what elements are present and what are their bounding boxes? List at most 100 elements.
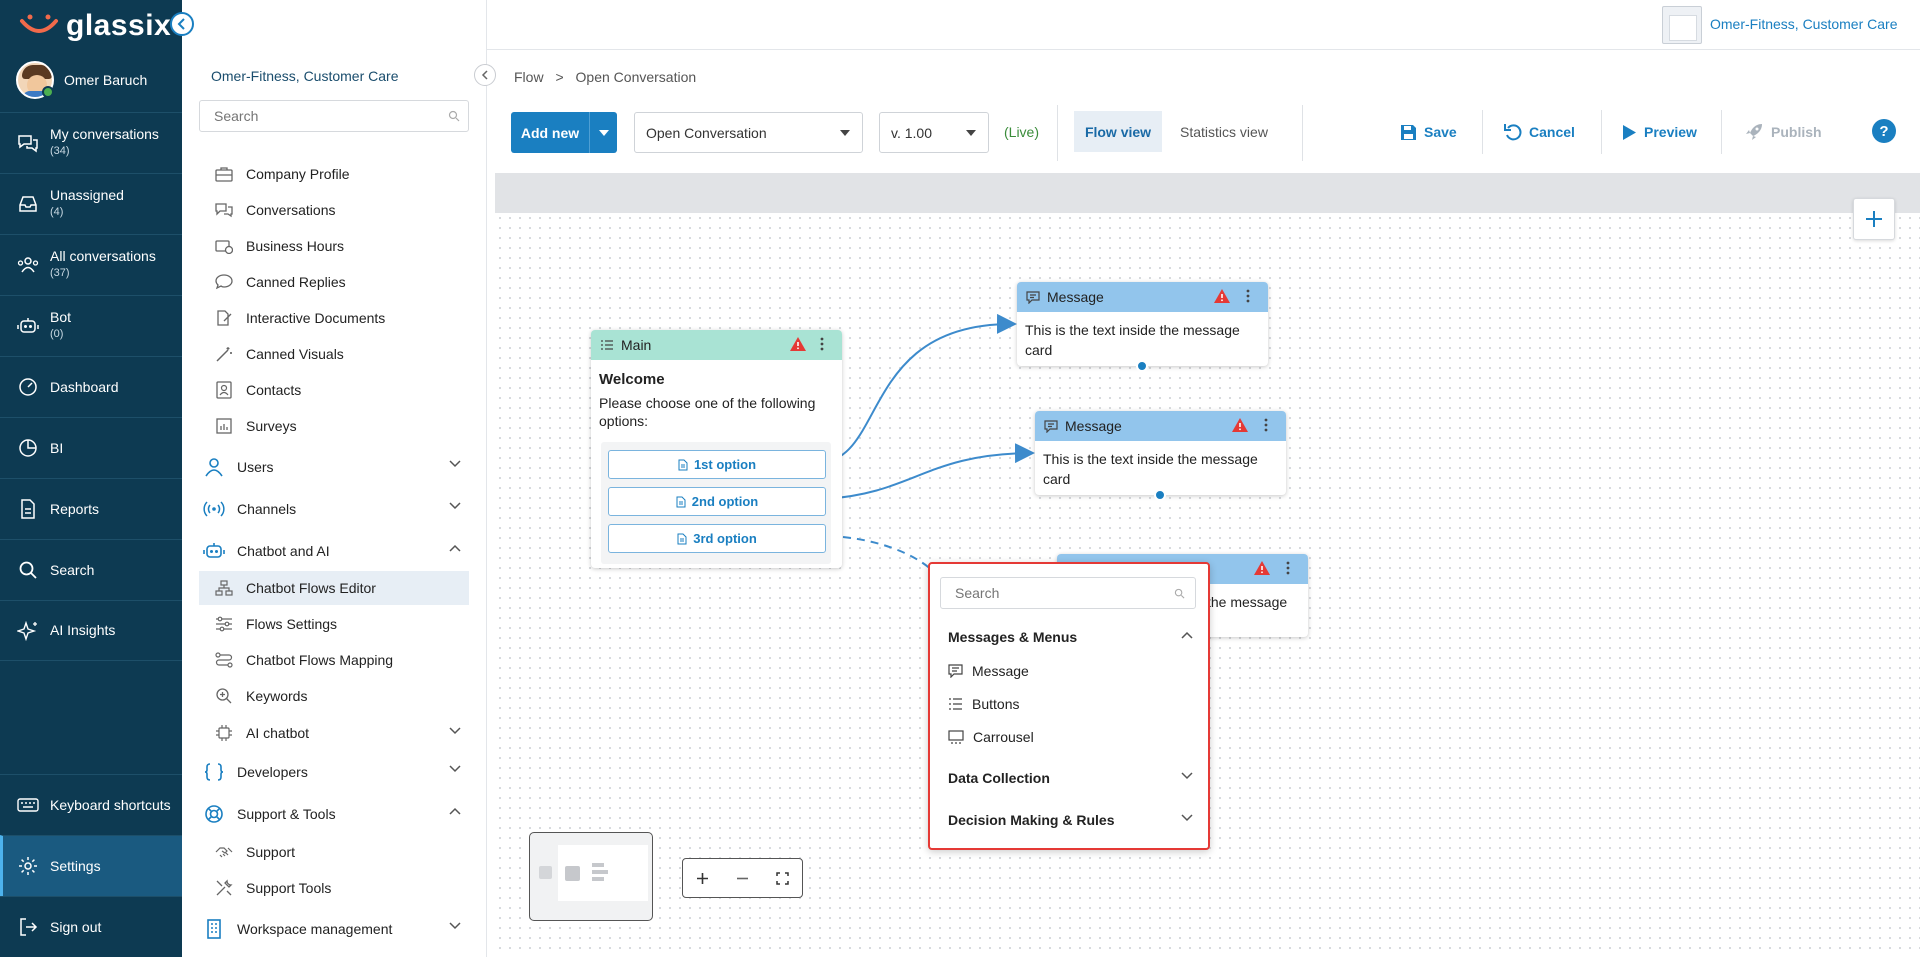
- connector-handle[interactable]: [1154, 489, 1166, 501]
- picker-item-message[interactable]: Message: [948, 659, 1029, 683]
- picker-item-buttons[interactable]: Buttons: [948, 692, 1019, 716]
- nav-label: Sign out: [50, 918, 102, 935]
- nav-sign-out[interactable]: Sign out: [0, 896, 182, 957]
- picker-item-carrousel[interactable]: Carrousel: [948, 725, 1034, 749]
- edit-document-icon: [214, 308, 234, 328]
- settings-item-canned-replies[interactable]: Canned Replies: [199, 265, 469, 299]
- nav-count: (4): [50, 206, 64, 218]
- nav-reports[interactable]: Reports: [0, 478, 182, 539]
- main-card[interactable]: Main Welcome Please choose one of the fo…: [591, 330, 842, 568]
- cancel-button[interactable]: Cancel: [1504, 119, 1575, 145]
- picker-item-label: Message: [972, 663, 1029, 679]
- brand-logo[interactable]: glassix: [18, 6, 171, 46]
- settings-item-surveys[interactable]: Surveys: [199, 409, 469, 443]
- chevron-left-icon: [177, 18, 185, 30]
- zoom-out-button[interactable]: [723, 859, 763, 897]
- card-menu-icon[interactable]: [1263, 418, 1269, 432]
- message-card-header[interactable]: Message: [1017, 282, 1268, 312]
- settings-group-workspace-management[interactable]: Workspace management: [199, 911, 469, 947]
- settings-group-users[interactable]: Users: [199, 449, 469, 485]
- warning-icon: [1214, 289, 1230, 303]
- settings-item-chatbot-flows-editor[interactable]: Chatbot Flows Editor: [199, 571, 469, 605]
- inbox-icon: [16, 192, 40, 216]
- brand-name: glassix: [66, 9, 172, 42]
- save-button[interactable]: Save: [1400, 119, 1457, 145]
- breadcrumb-root[interactable]: Flow: [514, 69, 544, 85]
- settings-item-business-hours[interactable]: Business Hours: [199, 229, 469, 263]
- nav-unassigned[interactable]: Unassigned (4): [0, 173, 182, 234]
- settings-item-canned-visuals[interactable]: Canned Visuals: [199, 337, 469, 371]
- message-card-1[interactable]: Message This is the text inside the mess…: [1017, 282, 1268, 366]
- card-menu-icon[interactable]: [1285, 561, 1291, 575]
- nav-my-conversations[interactable]: My conversations (34): [0, 112, 182, 173]
- option-label: 2nd option: [691, 494, 759, 509]
- chip-icon: [214, 723, 234, 743]
- tab-statistics-view[interactable]: Statistics view: [1162, 111, 1286, 152]
- zoom-in-button[interactable]: [683, 859, 723, 897]
- tab-flow-view[interactable]: Flow view: [1074, 111, 1162, 152]
- settings-item-chatbot-flows-mapping[interactable]: Chatbot Flows Mapping: [199, 643, 469, 677]
- nav-dashboard[interactable]: Dashboard: [0, 356, 182, 417]
- collapse-settings-button[interactable]: [474, 64, 496, 86]
- connector-option1-message1: [824, 313, 1017, 463]
- nav-keyboard-shortcuts[interactable]: Keyboard shortcuts: [0, 774, 182, 835]
- nav-all-conversations[interactable]: All conversations (37): [0, 234, 182, 295]
- settings-group-chatbot-and-ai[interactable]: Chatbot and AI: [199, 533, 469, 569]
- collapse-nav-button[interactable]: [170, 12, 194, 36]
- message-card-2[interactable]: Message This is the text inside the mess…: [1035, 411, 1286, 495]
- fit-view-button[interactable]: [762, 859, 802, 897]
- nav-bi[interactable]: BI: [0, 417, 182, 478]
- nav-label: BI: [50, 439, 64, 456]
- settings-item-flows-settings[interactable]: Flows Settings: [199, 607, 469, 641]
- main-card-header[interactable]: Main: [591, 330, 842, 360]
- settings-group-developers[interactable]: Developers: [199, 754, 469, 790]
- connector-handle[interactable]: [1136, 360, 1148, 372]
- settings-item-company-profile[interactable]: Company Profile: [199, 157, 469, 191]
- node-picker-search-input[interactable]: [940, 577, 1196, 609]
- nav-ai-insights[interactable]: AI Insights: [0, 600, 182, 661]
- settings-item-support[interactable]: Support: [199, 835, 469, 869]
- settings-search-input[interactable]: [199, 100, 469, 132]
- settings-group-support-and-tools[interactable]: Support & Tools: [199, 796, 469, 832]
- picker-section-label: Messages & Menus: [948, 629, 1078, 645]
- settings-item-label: Flows Settings: [246, 616, 338, 632]
- settings-item-interactive-documents[interactable]: Interactive Documents: [199, 301, 469, 335]
- settings-item-contacts[interactable]: Contacts: [199, 373, 469, 407]
- user-profile[interactable]: Omer Baruch: [0, 58, 182, 102]
- chevron-down-icon: [1181, 772, 1193, 780]
- settings-item-conversations[interactable]: Conversations: [199, 193, 469, 227]
- sparkles-icon: [16, 619, 40, 643]
- message-card-header[interactable]: Message: [1035, 411, 1286, 441]
- card-menu-icon[interactable]: [1245, 289, 1251, 303]
- workspace-name[interactable]: Omer-Fitness, Customer Care: [1710, 16, 1897, 32]
- flow-select[interactable]: Open Conversation: [634, 112, 863, 153]
- preview-button[interactable]: Preview: [1622, 119, 1697, 145]
- settings-group-channels[interactable]: Channels: [199, 491, 469, 527]
- card-menu-icon[interactable]: [819, 337, 825, 351]
- settings-item-ai-chatbot[interactable]: AI chatbot: [199, 716, 469, 750]
- flow-select-value: Open Conversation: [646, 124, 767, 141]
- add-new-dropdown[interactable]: [589, 112, 617, 153]
- option-button-2[interactable]: 2nd option: [608, 487, 826, 516]
- picker-section-decision-making[interactable]: Decision Making & Rules: [948, 808, 1193, 832]
- version-select[interactable]: v. 1.00: [879, 112, 989, 153]
- picker-section-data-collection[interactable]: Data Collection: [948, 766, 1193, 790]
- add-new-button[interactable]: Add new: [511, 112, 617, 153]
- settings-item-keywords[interactable]: Keywords: [199, 679, 469, 713]
- nav-bot[interactable]: Bot (0): [0, 295, 182, 356]
- settings-item-support-tools[interactable]: Support Tools: [199, 871, 469, 905]
- option-button-1[interactable]: 1st option: [608, 450, 826, 479]
- nav-search[interactable]: Search: [0, 539, 182, 600]
- canvas-minimap[interactable]: [529, 832, 653, 921]
- warning-icon: [1232, 418, 1248, 432]
- picker-section-messages-menus[interactable]: Messages & Menus: [948, 625, 1193, 649]
- workspace-logo[interactable]: [1662, 6, 1702, 44]
- help-button[interactable]: ?: [1872, 119, 1896, 143]
- publish-button[interactable]: Publish: [1744, 119, 1822, 145]
- nav-settings[interactable]: Settings: [0, 835, 182, 896]
- picker-section-label: Data Collection: [948, 770, 1050, 786]
- settings-group-label: Workspace management: [237, 921, 393, 937]
- option-button-3[interactable]: 3rd option: [608, 524, 826, 553]
- settings-workspace-title: Omer-Fitness, Customer Care: [211, 68, 399, 84]
- lifebuoy-icon: [203, 803, 225, 825]
